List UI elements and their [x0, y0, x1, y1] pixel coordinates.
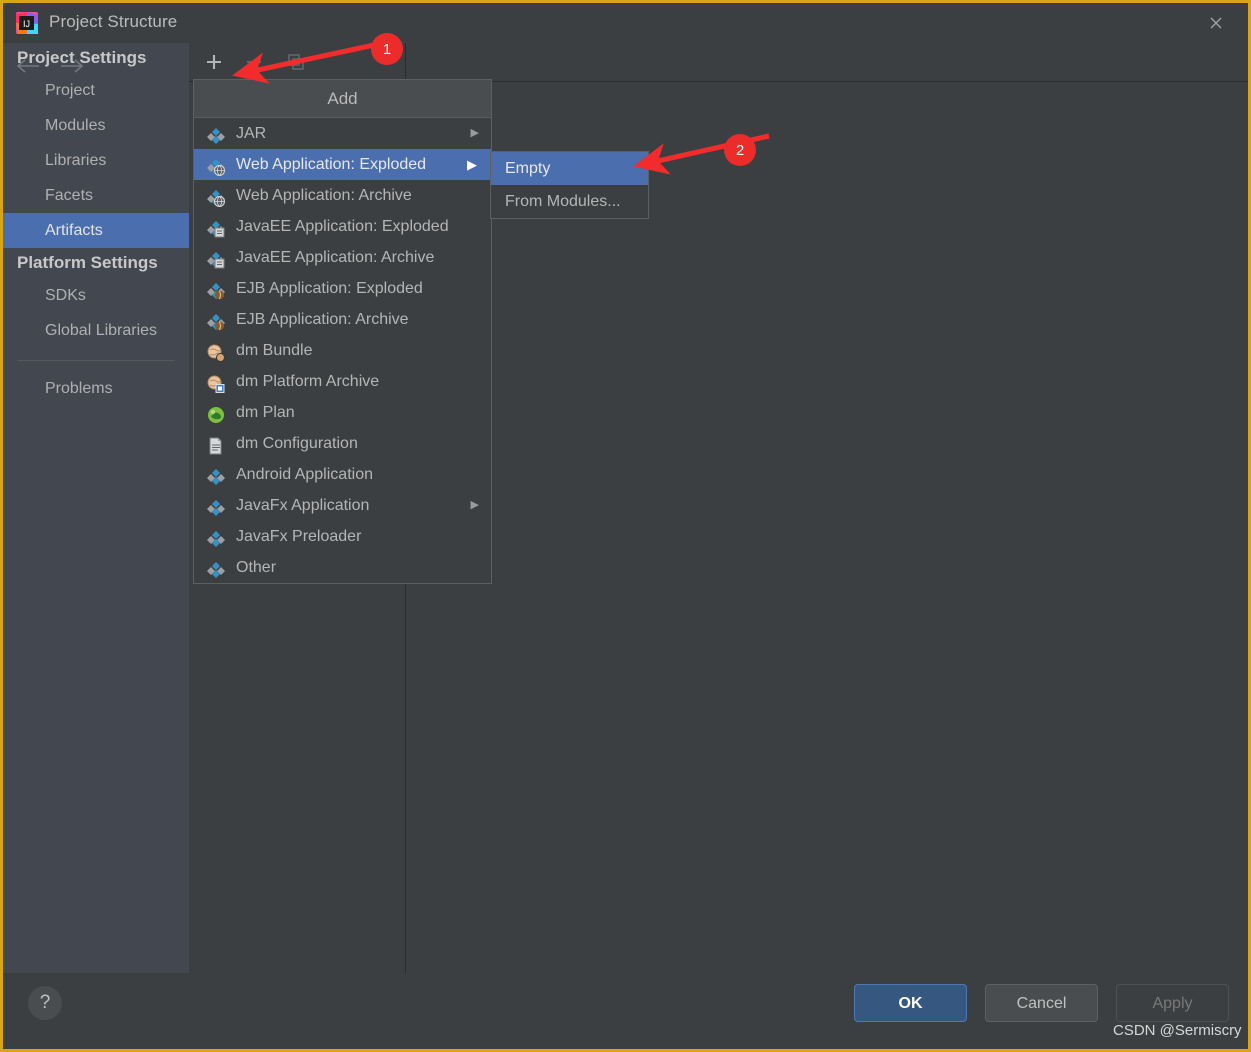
add-menu-item-label: EJB Application: Exploded — [236, 280, 423, 297]
sidebar-item-sdks[interactable]: SDKs — [3, 278, 189, 313]
svg-text:IJ: IJ — [23, 19, 30, 29]
dm-bundle-icon — [207, 342, 225, 362]
add-menu-item-other[interactable]: Other — [194, 552, 491, 583]
project-structure-dialog: IJ Project Structure Project Settings Pro — [0, 0, 1251, 1052]
intellij-idea-logo-icon: IJ — [15, 11, 39, 35]
chevron-right-icon: ▶ — [470, 499, 479, 511]
navigation-arrows — [3, 43, 189, 88]
javafx-application-icon — [207, 497, 225, 516]
chevron-right-icon: ▶ — [467, 157, 477, 172]
add-menu-item-label: Other — [236, 559, 277, 576]
add-menu-item-javaee-application-exploded[interactable]: JavaEE Application: Exploded — [194, 211, 491, 242]
minus-icon — [239, 49, 269, 75]
help-button[interactable]: ? — [28, 986, 62, 1020]
sidebar-list: Project Settings Project Modules Libraries F… — [3, 43, 189, 348]
add-menu-item-web-application-archive[interactable]: Web Application: Archive — [194, 180, 491, 211]
add-menu-item-javaee-application-archive[interactable]: JavaEE Application: Archive — [194, 242, 491, 273]
add-menu-item-label: Android Application — [236, 466, 373, 483]
dialog-button-bar: ? OK Cancel Apply — [3, 973, 1248, 1049]
add-menu-item-label: JavaFx Application — [236, 497, 370, 514]
add-menu-item-label: dm Platform Archive — [236, 373, 380, 390]
add-menu-item-dm-platform-archive[interactable]: dm Platform Archive — [194, 366, 491, 397]
add-menu-item-javafx-application[interactable]: JavaFx Application ▶ — [194, 490, 491, 521]
chevron-right-icon: ▶ — [470, 127, 479, 139]
add-menu-item-label: Web Application: Exploded — [236, 156, 427, 173]
add-menu-item-ejb-application-exploded[interactable]: EJB Application: Exploded — [194, 273, 491, 304]
javaee-archive-icon — [207, 249, 225, 269]
add-menu-item-web-application-exploded[interactable]: Web Application: Exploded ▶ — [194, 149, 491, 180]
add-menu-item-android-application[interactable]: Android Application — [194, 459, 491, 490]
sidebar-footer-list: Problems — [3, 371, 189, 406]
add-menu-item-label: JAR — [236, 125, 267, 142]
close-icon[interactable] — [1194, 5, 1238, 41]
add-menu-item-list: JAR ▶ Web Application: Exploded ▶ Web Appl… — [194, 118, 491, 583]
web-app-exploded-icon — [207, 156, 225, 177]
javafx-preloader-icon — [207, 528, 225, 547]
web-application-exploded-submenu: Empty From Modules... — [490, 151, 649, 219]
javaee-exploded-icon — [207, 218, 225, 238]
sidebar-divider — [17, 360, 175, 361]
add-menu-item-javafx-preloader[interactable]: JavaFx Preloader — [194, 521, 491, 552]
add-menu-item-dm-bundle[interactable]: dm Bundle — [194, 335, 491, 366]
artifacts-toolbar — [189, 43, 406, 81]
add-menu-item-label: dm Bundle — [236, 342, 313, 359]
sidebar-item-facets[interactable]: Facets — [3, 178, 189, 213]
ejb-exploded-icon — [207, 280, 225, 300]
dm-configuration-icon — [207, 435, 225, 455]
add-artifact-menu: Add JAR ▶ Web Application: Exploded ▶ Web … — [193, 79, 492, 584]
copy-icon — [281, 49, 311, 75]
submenu-item-empty[interactable]: Empty — [491, 152, 648, 185]
add-menu-item-label: dm Plan — [236, 404, 295, 421]
android-application-icon — [207, 466, 225, 485]
add-menu-item-dm-plan[interactable]: dm Plan — [194, 397, 491, 428]
sidebar-item-libraries[interactable]: Libraries — [3, 143, 189, 178]
arrow-right-icon[interactable] — [57, 53, 87, 79]
plus-icon[interactable] — [199, 49, 229, 75]
arrow-left-icon[interactable] — [13, 53, 43, 79]
window-title: Project Structure — [49, 12, 178, 31]
add-menu-title: Add — [194, 80, 491, 118]
add-menu-item-label: JavaFx Preloader — [236, 528, 362, 545]
add-menu-item-label: JavaEE Application: Archive — [236, 249, 435, 266]
cancel-button[interactable]: Cancel — [985, 984, 1098, 1022]
sidebar-item-artifacts[interactable]: Artifacts — [3, 213, 189, 248]
dm-platform-archive-icon — [207, 373, 225, 393]
add-menu-item-jar[interactable]: JAR ▶ — [194, 118, 491, 149]
add-menu-item-dm-configuration[interactable]: dm Configuration — [194, 428, 491, 459]
add-menu-item-label: dm Configuration — [236, 435, 358, 452]
artifact-jar-icon — [207, 125, 225, 144]
add-menu-item-ejb-application-archive[interactable]: EJB Application: Archive — [194, 304, 491, 335]
watermark-text: CSDN @Sermiscry — [1113, 1022, 1242, 1039]
sidebar-item-modules[interactable]: Modules — [3, 108, 189, 143]
title-bar: IJ Project Structure — [3, 3, 1248, 43]
add-menu-item-label: JavaEE Application: Exploded — [236, 218, 449, 235]
sidebar-item-problems[interactable]: Problems — [3, 371, 189, 406]
add-menu-item-label: EJB Application: Archive — [236, 311, 409, 328]
ejb-archive-icon — [207, 311, 225, 331]
web-app-archive-icon — [207, 187, 225, 208]
submenu-item-from-modules[interactable]: From Modules... — [491, 185, 648, 218]
add-menu-item-label: Web Application: Archive — [236, 187, 412, 204]
sidebar-group-header: Platform Settings — [17, 253, 158, 272]
dm-plan-icon — [207, 404, 225, 423]
other-artifact-icon — [207, 559, 225, 578]
ok-button[interactable]: OK — [854, 984, 967, 1022]
apply-button: Apply — [1116, 984, 1229, 1022]
sidebar-item-global-libraries[interactable]: Global Libraries — [3, 313, 189, 348]
settings-sidebar: Project Settings Project Modules Libraries F… — [3, 43, 189, 973]
